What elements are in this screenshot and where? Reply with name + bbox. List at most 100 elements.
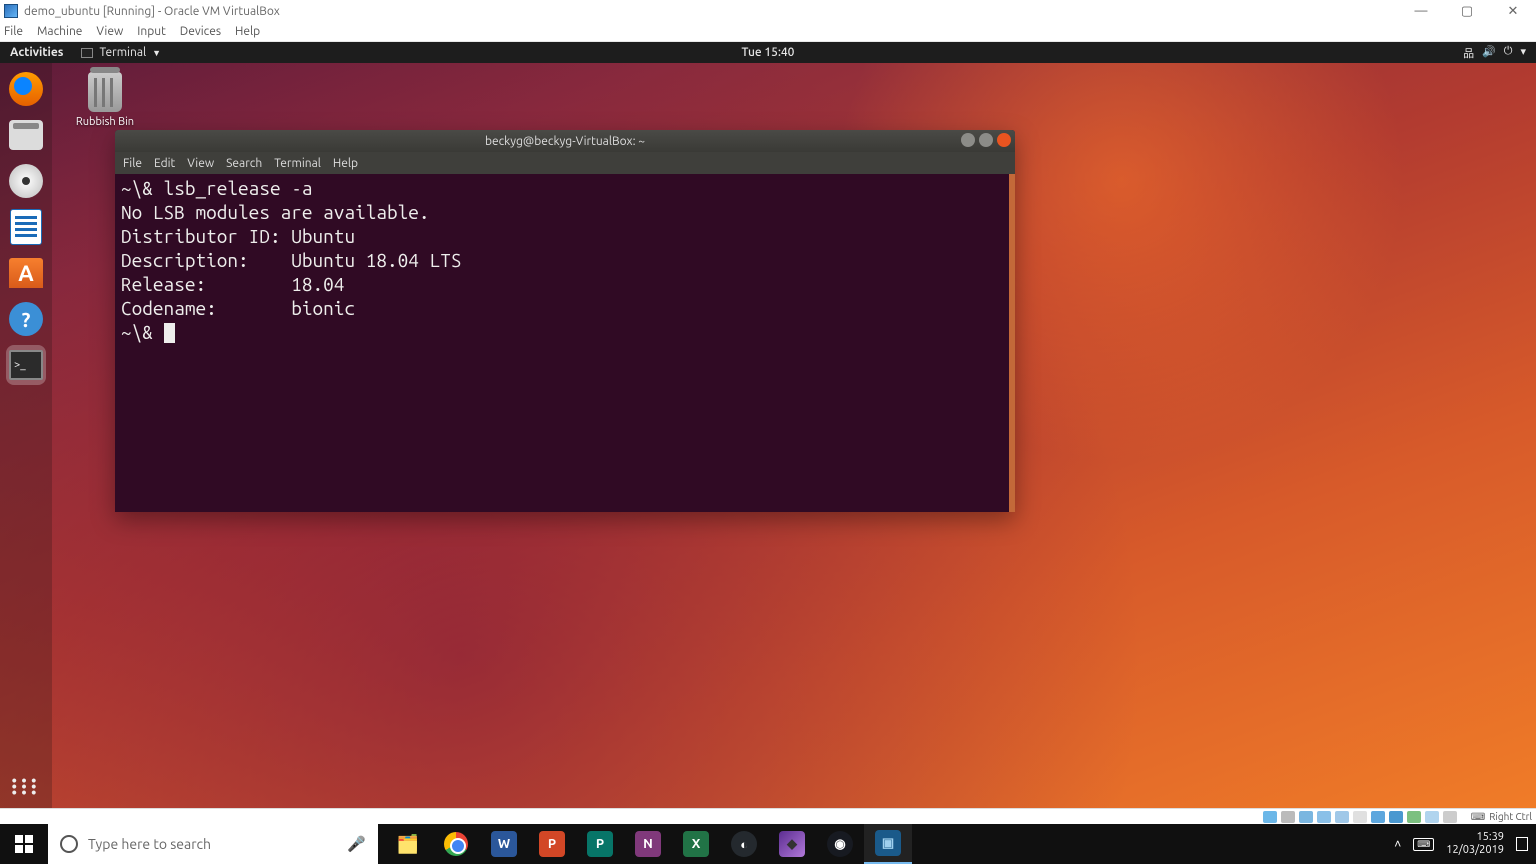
taskbar-steam[interactable]: ◉: [816, 824, 864, 864]
powerpoint-icon: P: [539, 831, 565, 857]
vbox-status-record-icon[interactable]: [1353, 811, 1367, 823]
show-applications-button[interactable]: •••••••••: [11, 778, 40, 796]
taskbar-date: 12/03/2019: [1446, 844, 1504, 857]
virtualbox-menubar: File Machine View Input Devices Help: [0, 22, 1536, 42]
vbox-status-network-icon[interactable]: [1389, 811, 1403, 823]
virtualbox-taskbar-icon: ▣: [875, 830, 901, 856]
terminal-mini-icon: [81, 48, 93, 58]
dock-ubuntu-software[interactable]: [6, 253, 46, 293]
virtualbox-icon: [4, 4, 18, 18]
virtualbox-window-title: demo_ubuntu [Running] - Oracle VM Virtua…: [24, 5, 280, 18]
taskbar-github[interactable]: ◐: [720, 824, 768, 864]
dock-files[interactable]: [6, 115, 46, 155]
taskbar-powerpoint[interactable]: P: [528, 824, 576, 864]
taskbar-onenote[interactable]: N: [624, 824, 672, 864]
chevron-down-icon: ▼: [152, 48, 161, 58]
terminal-line: No LSB modules are available.: [121, 201, 430, 223]
dock-rhythmbox[interactable]: [6, 161, 46, 201]
vbox-status-shared-icon[interactable]: [1317, 811, 1331, 823]
software-icon: [9, 258, 43, 288]
windows-taskbar: Type here to search 🎤 🗂️ W P P N X ◐ ◆ ◉…: [0, 824, 1536, 864]
file-explorer-icon: 🗂️: [397, 834, 419, 855]
taskbar-search-box[interactable]: Type here to search 🎤: [48, 824, 378, 864]
host-minimize-button[interactable]: —: [1398, 0, 1444, 22]
taskbar-clock[interactable]: 15:39 12/03/2019: [1446, 831, 1504, 857]
vbox-host-key-label: Right Ctrl: [1489, 811, 1532, 822]
app-menu-label: Terminal: [99, 46, 146, 59]
terminal-line: Distributor ID: Ubuntu: [121, 225, 355, 247]
taskbar-word[interactable]: W: [480, 824, 528, 864]
taskbar-virtualbox[interactable]: ▣: [864, 824, 912, 864]
files-icon: [9, 120, 43, 150]
taskbar-publisher[interactable]: P: [576, 824, 624, 864]
taskbar-chrome[interactable]: [432, 824, 480, 864]
terminal-cursor: [164, 323, 175, 343]
terminal-line: ~\& lsb_release -a: [121, 177, 313, 199]
vbox-menu-help[interactable]: Help: [235, 25, 260, 38]
input-indicator[interactable]: ⌨: [1413, 838, 1434, 851]
network-icon[interactable]: 品: [1463, 45, 1474, 61]
taskbar-visualstudio[interactable]: ◆: [768, 824, 816, 864]
terminal-titlebar[interactable]: beckyg@beckyg-VirtualBox: ~: [115, 130, 1015, 152]
trash-label: Rubbish Bin: [70, 116, 140, 128]
windows-system-tray: ˄ ⌨ 15:39 12/03/2019: [1394, 831, 1536, 857]
power-icon[interactable]: ⏻: [1504, 45, 1513, 61]
dock-terminal[interactable]: [6, 345, 46, 385]
vbox-status-keyboard-icon[interactable]: [1443, 811, 1457, 823]
gnome-top-bar: Activities Terminal ▼ Tue 15:40 品 🔊 ⏻ ▾: [0, 42, 1536, 63]
terminal-menu-view[interactable]: View: [187, 157, 214, 170]
vbox-status-mouse-icon[interactable]: [1425, 811, 1439, 823]
app-menu-indicator[interactable]: Terminal ▼: [81, 46, 161, 59]
vbox-menu-file[interactable]: File: [4, 25, 23, 38]
dock-libreoffice-writer[interactable]: [6, 207, 46, 247]
trash-icon: [88, 72, 122, 112]
steam-icon: ◉: [827, 831, 853, 857]
terminal-menu-terminal[interactable]: Terminal: [274, 157, 321, 170]
taskbar-excel[interactable]: X: [672, 824, 720, 864]
vbox-status-display-icon[interactable]: [1335, 811, 1349, 823]
terminal-menu-help[interactable]: Help: [333, 157, 358, 170]
terminal-menu-edit[interactable]: Edit: [154, 157, 175, 170]
terminal-minimize-button[interactable]: [961, 133, 975, 147]
terminal-close-button[interactable]: [997, 133, 1011, 147]
vbox-menu-input[interactable]: Input: [137, 25, 166, 38]
terminal-scrollbar[interactable]: [1009, 174, 1015, 512]
cortana-icon: [60, 835, 78, 853]
dock-help[interactable]: ?: [6, 299, 46, 339]
vbox-status-hdd-icon[interactable]: [1263, 811, 1277, 823]
word-icon: W: [491, 831, 517, 857]
vbox-menu-machine[interactable]: Machine: [37, 25, 82, 38]
publisher-icon: P: [587, 831, 613, 857]
terminal-window[interactable]: beckyg@beckyg-VirtualBox: ~ File Edit Vi…: [115, 130, 1015, 512]
taskbar-file-explorer[interactable]: 🗂️: [384, 824, 432, 864]
terminal-line: Codename: bionic: [121, 297, 355, 319]
vbox-status-optical-icon[interactable]: [1281, 811, 1295, 823]
rhythmbox-icon: [9, 164, 43, 198]
activities-button[interactable]: Activities: [10, 46, 63, 59]
host-maximize-button[interactable]: ▢: [1444, 0, 1490, 22]
vbox-status-audio-icon[interactable]: [1371, 811, 1385, 823]
volume-icon[interactable]: 🔊: [1482, 45, 1496, 61]
microphone-icon[interactable]: 🎤: [347, 835, 366, 853]
vbox-status-usb-icon[interactable]: [1299, 811, 1313, 823]
terminal-title: beckyg@beckyg-VirtualBox: ~: [485, 135, 645, 148]
tray-overflow-button[interactable]: ˄: [1394, 837, 1401, 851]
action-center-button[interactable]: [1516, 837, 1528, 851]
gnome-clock[interactable]: Tue 15:40: [742, 46, 795, 59]
terminal-line: Release: 18.04: [121, 273, 344, 295]
windows-logo-icon: [15, 835, 33, 853]
vbox-menu-view[interactable]: View: [96, 25, 123, 38]
start-button[interactable]: [0, 824, 48, 864]
terminal-menu-search[interactable]: Search: [226, 157, 262, 170]
terminal-menu-file[interactable]: File: [123, 157, 142, 170]
vbox-status-cpu-icon[interactable]: [1407, 811, 1421, 823]
excel-icon: X: [683, 831, 709, 857]
chevron-down-icon[interactable]: ▾: [1520, 45, 1526, 61]
desktop-icon-trash[interactable]: Rubbish Bin: [70, 72, 140, 128]
ubuntu-dock: ? •••••••••: [0, 63, 52, 808]
host-close-button[interactable]: ✕: [1490, 0, 1536, 22]
terminal-maximize-button[interactable]: [979, 133, 993, 147]
terminal-body[interactable]: ~\& lsb_release -a No LSB modules are av…: [115, 174, 1015, 512]
vbox-menu-devices[interactable]: Devices: [180, 25, 221, 38]
dock-firefox[interactable]: [6, 69, 46, 109]
